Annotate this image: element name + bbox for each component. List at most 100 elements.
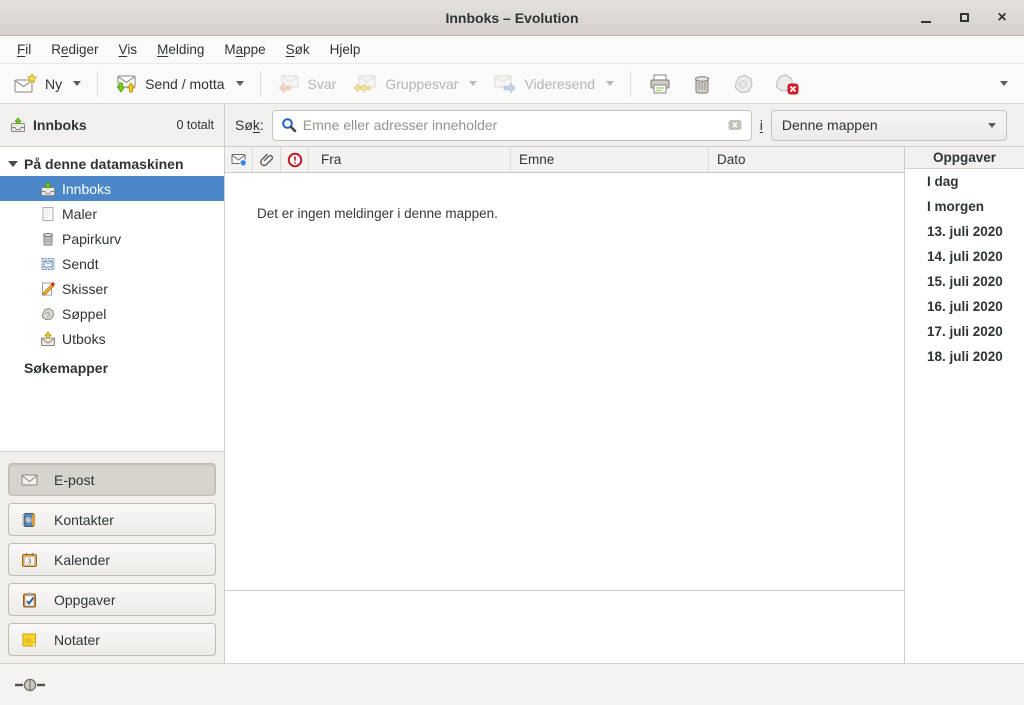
menu-edit[interactable]: Rediger (42, 38, 107, 61)
menu-file[interactable]: Fil (8, 38, 40, 61)
column-read-status[interactable] (225, 147, 253, 172)
reply-button[interactable]: Svar (269, 68, 345, 100)
search-icon (281, 117, 297, 133)
status-bar (0, 663, 1024, 705)
toolbar-separator (260, 71, 261, 97)
column-important[interactable] (281, 147, 309, 172)
menu-help[interactable]: Hjelp (321, 38, 370, 61)
message-list-body[interactable]: Det er ingen meldinger i denne mappen. (225, 173, 904, 590)
folder-sidebar: På denne datamaskinen Innboks Maler (0, 147, 225, 663)
evolution-window: Innboks – Evolution × Fil Rediger Vis Me… (0, 0, 1024, 705)
folder-outbox[interactable]: Utboks (0, 326, 224, 351)
group-reply-icon (352, 73, 378, 95)
column-from[interactable]: Fra (309, 147, 511, 172)
not-junk-icon (774, 73, 800, 95)
toolbar-overflow-button[interactable] (990, 76, 1018, 91)
task-row-date[interactable]: 13. juli 2020 (905, 219, 1024, 244)
send-receive-button[interactable]: Send / motta (106, 68, 251, 100)
junk-icon (732, 73, 756, 95)
junk-icon (40, 306, 56, 322)
attachment-icon (260, 152, 274, 168)
toolbar-separator (97, 71, 98, 97)
task-row-date[interactable]: 14. juli 2020 (905, 244, 1024, 269)
print-button[interactable] (639, 68, 681, 100)
not-junk-button[interactable] (765, 68, 809, 100)
folder-trash[interactable]: Papirkurv (0, 226, 224, 251)
preview-pane (225, 591, 904, 663)
tree-root-on-this-computer[interactable]: På denne datamaskinen (0, 152, 224, 176)
task-row-today[interactable]: I dag (905, 169, 1024, 194)
sent-icon (40, 256, 56, 272)
switcher-calendar-button[interactable]: 3 Kalender (8, 543, 216, 576)
mail-icon (21, 472, 38, 488)
folder-drafts[interactable]: Skisser (0, 276, 224, 301)
switcher-mail-button[interactable]: E-post (8, 463, 216, 496)
minimize-button[interactable] (914, 6, 938, 30)
tree-root-search-folders[interactable]: Søkemapper (0, 355, 224, 380)
task-row-date[interactable]: 18. juli 2020 (905, 344, 1024, 369)
forward-button[interactable]: Videresend (485, 68, 622, 100)
calendar-icon: 3 (21, 552, 38, 568)
clear-search-icon[interactable] (727, 117, 743, 133)
forward-dropdown-caret[interactable] (606, 81, 614, 86)
task-row-date[interactable]: 15. juli 2020 (905, 269, 1024, 294)
column-attachment[interactable] (253, 147, 281, 172)
minimize-icon (921, 21, 931, 23)
message-list-pane: Fra Emne Dato Det er ingen meldinger i d… (225, 147, 904, 663)
search-entry[interactable] (272, 110, 752, 141)
menu-folder[interactable]: Mappe (215, 38, 274, 61)
drafts-icon (40, 281, 56, 297)
switcher-memos-button[interactable]: Notater (8, 623, 216, 656)
junk-button[interactable] (723, 68, 765, 100)
folder-inbox[interactable]: Innboks (0, 176, 224, 201)
menubar: Fil Rediger Vis Melding Mappe Søk Hjelp (0, 36, 1024, 64)
new-message-button[interactable]: Ny (6, 68, 89, 100)
contacts-icon: @ (21, 512, 38, 528)
task-row-tomorrow[interactable]: I morgen (905, 194, 1024, 219)
group-reply-dropdown-caret[interactable] (469, 81, 477, 86)
switcher-contacts-button[interactable]: @ Kontakter (8, 503, 216, 536)
task-row-date[interactable]: 16. juli 2020 (905, 294, 1024, 319)
titlebar: Innboks – Evolution × (0, 0, 1024, 36)
search-scope-combo[interactable]: Denne mappen (771, 110, 1007, 141)
column-date[interactable]: Dato (709, 147, 904, 172)
reply-icon (277, 73, 301, 95)
column-subject[interactable]: Emne (511, 147, 709, 172)
new-dropdown-caret[interactable] (73, 81, 81, 86)
folder-tree: På denne datamaskinen Innboks Maler (0, 147, 224, 451)
templates-icon (40, 206, 56, 222)
expander-icon[interactable] (8, 161, 18, 167)
delete-button[interactable] (681, 68, 723, 100)
memos-icon (21, 632, 38, 648)
toolbar: Ny Send / motta Svar (0, 64, 1024, 104)
important-icon (287, 152, 303, 168)
combo-caret-icon (988, 123, 996, 128)
folder-header: Innboks 0 totalt (0, 104, 225, 146)
task-row-date[interactable]: 17. juli 2020 (905, 319, 1024, 344)
tasks-icon (21, 592, 38, 608)
tasks-pane-header[interactable]: Oppgaver (905, 147, 1024, 169)
group-reply-button[interactable]: Gruppesvar (344, 68, 485, 100)
folder-junk[interactable]: Søppel (0, 301, 224, 326)
svg-text:@: @ (25, 518, 31, 524)
menu-search[interactable]: Søk (277, 38, 319, 61)
outbox-icon (40, 331, 56, 347)
switcher-tasks-button[interactable]: Oppgaver (8, 583, 216, 616)
overflow-caret-icon (1000, 81, 1008, 86)
close-button[interactable]: × (990, 6, 1014, 30)
maximize-button[interactable] (952, 6, 976, 30)
window-controls: × (914, 0, 1014, 35)
search-input[interactable] (303, 117, 721, 133)
print-icon (648, 73, 672, 95)
svg-text:3: 3 (28, 558, 32, 565)
online-status-icon[interactable] (14, 678, 46, 692)
folder-message-count: 0 totalt (176, 118, 214, 132)
folder-sent[interactable]: Sendt (0, 251, 224, 276)
tasks-pane: Oppgaver I dag I morgen 13. juli 2020 14… (904, 147, 1024, 663)
folder-templates[interactable]: Maler (0, 201, 224, 226)
read-status-icon (231, 152, 247, 167)
menu-view[interactable]: Vis (110, 38, 147, 61)
send-receive-dropdown-caret[interactable] (236, 81, 244, 86)
menu-message[interactable]: Melding (148, 38, 213, 61)
empty-folder-message: Det er ingen meldinger i denne mappen. (257, 206, 498, 221)
